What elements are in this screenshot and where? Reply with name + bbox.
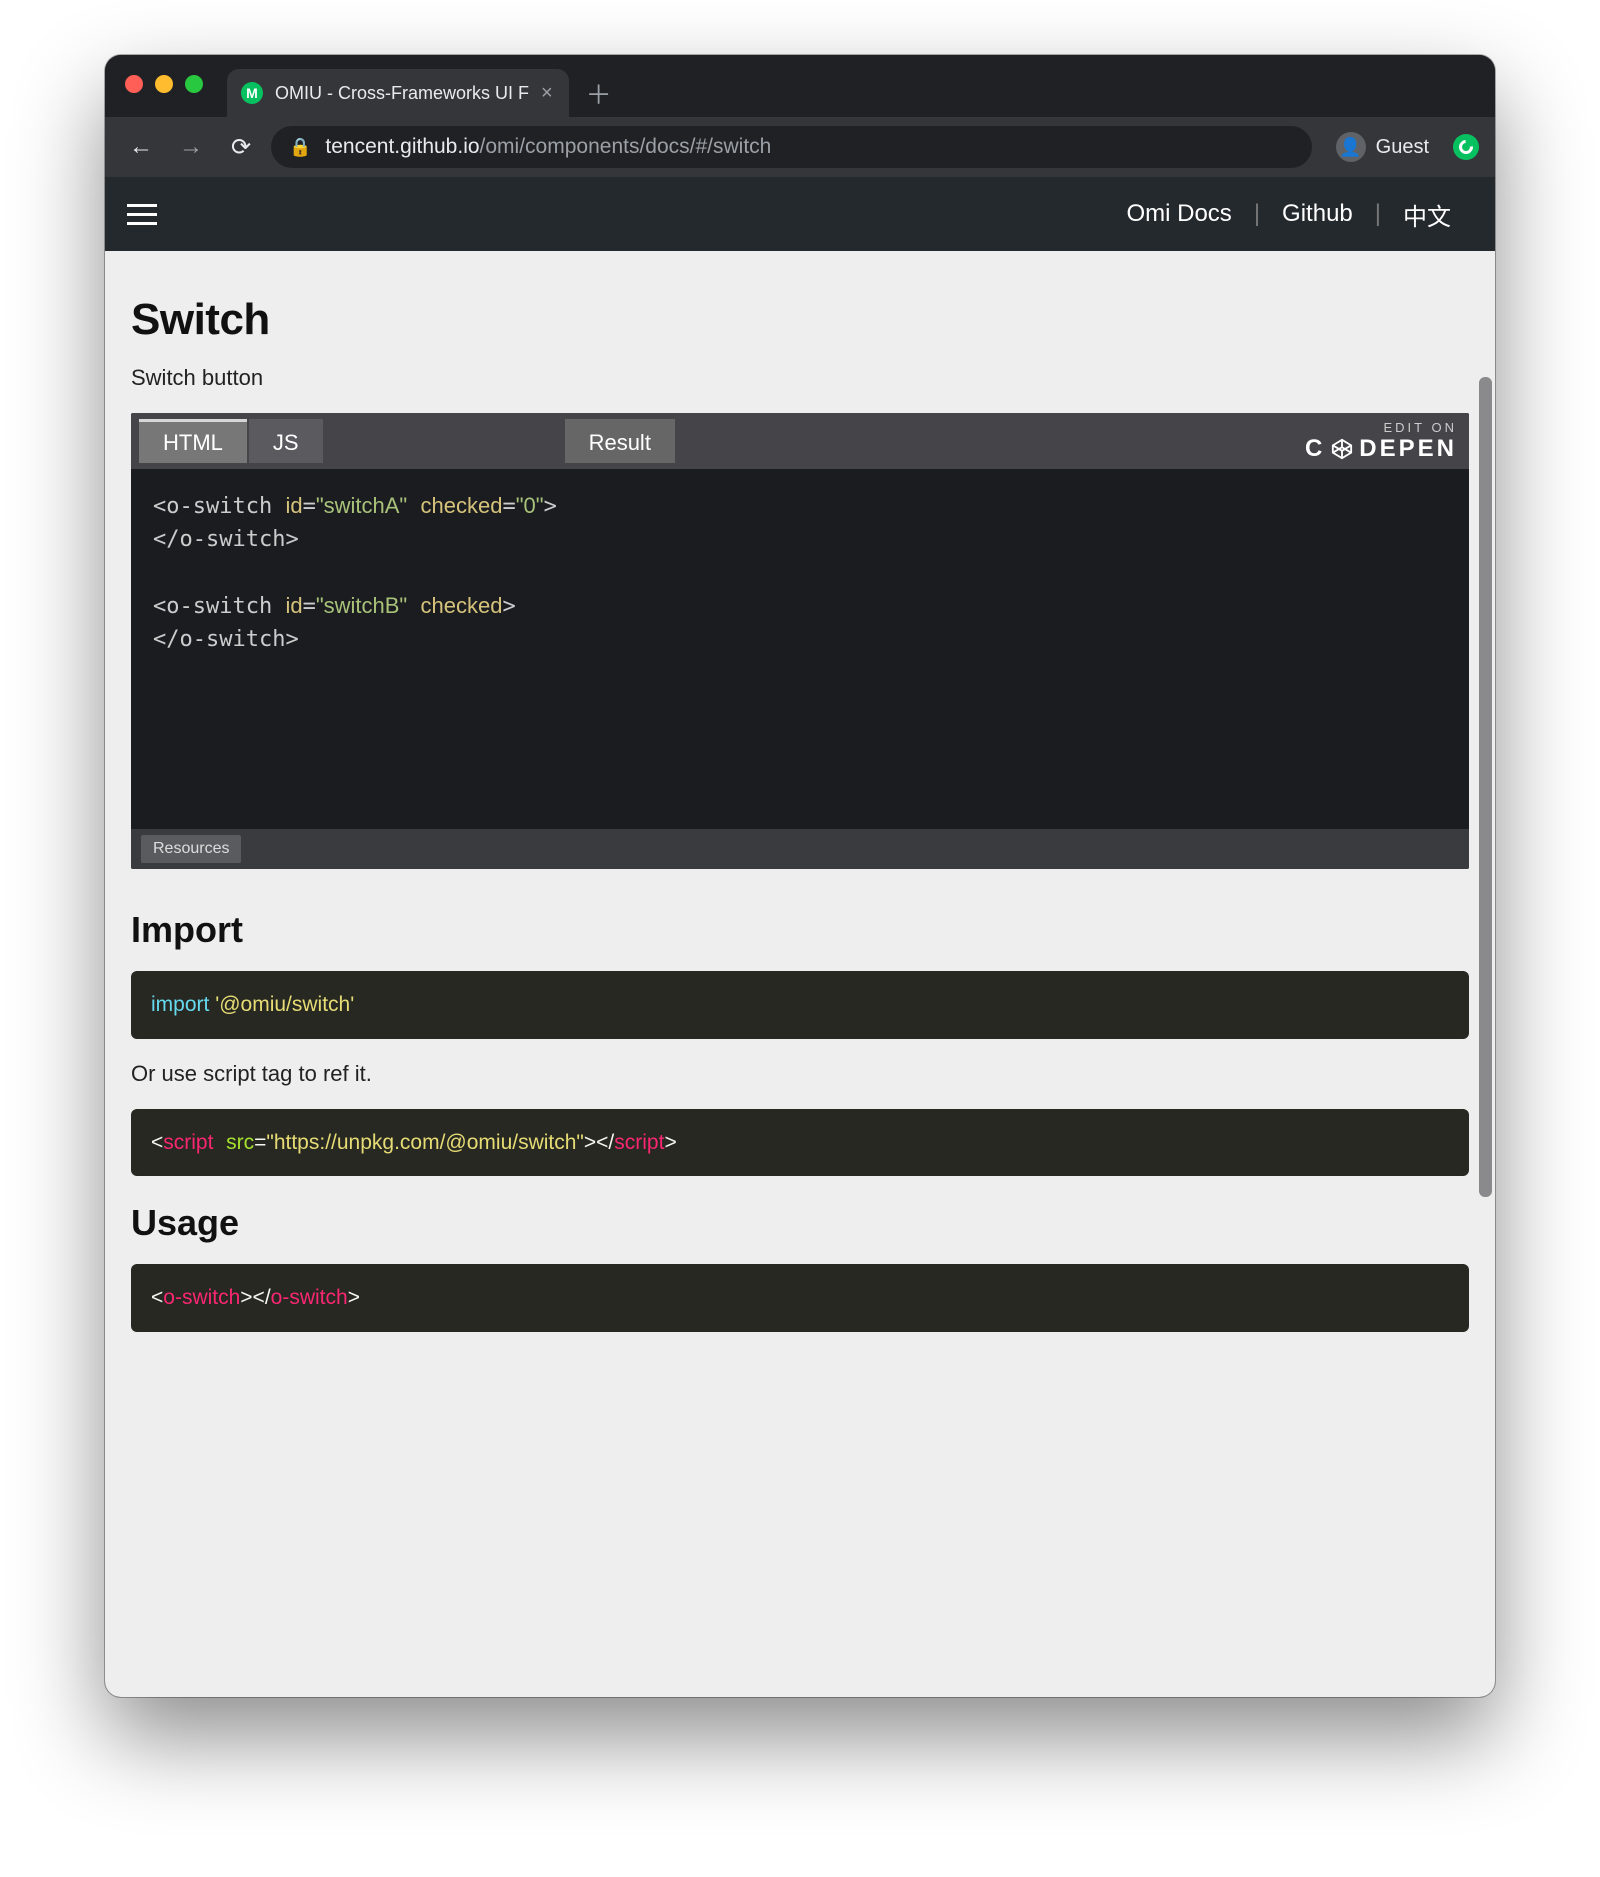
- browser-toolbar: ← → ⟳ 🔒 tencent.github.io/omi/components…: [105, 117, 1495, 177]
- tab-html[interactable]: HTML: [139, 419, 247, 463]
- back-button[interactable]: ←: [121, 127, 161, 167]
- edit-on-label: EDIT ON: [1305, 420, 1457, 435]
- profile-avatar-icon: 👤: [1336, 132, 1366, 162]
- maximize-window-button[interactable]: [185, 75, 203, 93]
- link-github[interactable]: Github: [1260, 200, 1375, 228]
- import-note: Or use script tag to ref it.: [131, 1061, 1469, 1087]
- section-import: Import: [131, 909, 1469, 951]
- url-host: tencent.github.io: [325, 135, 479, 158]
- minimize-window-button[interactable]: [155, 75, 173, 93]
- codepen-embed: HTML JS Result EDIT ON C DEPEN <o-switch…: [131, 413, 1469, 869]
- browser-tab[interactable]: M OMIU - Cross-Frameworks UI F ×: [227, 69, 569, 117]
- lock-icon: 🔒: [289, 137, 311, 158]
- close-tab-icon[interactable]: ×: [541, 82, 553, 105]
- link-omi-docs[interactable]: Omi Docs: [1104, 200, 1253, 228]
- profile-button[interactable]: 👤 Guest: [1336, 132, 1429, 162]
- new-tab-button[interactable]: ＋: [579, 73, 619, 113]
- code-import[interactable]: import '@omiu/switch': [131, 971, 1469, 1039]
- menu-icon[interactable]: [127, 204, 157, 225]
- tab-js[interactable]: JS: [249, 419, 323, 463]
- titlebar: M OMIU - Cross-Frameworks UI F × ＋: [105, 55, 1495, 117]
- header-links: Omi Docs | Github | 中文: [1104, 197, 1473, 232]
- tab-favicon: M: [241, 82, 263, 104]
- profile-label: Guest: [1376, 136, 1429, 159]
- window-controls: [125, 75, 227, 117]
- codepen-icon: [1331, 438, 1353, 460]
- app-header: Omi Docs | Github | 中文: [105, 177, 1495, 251]
- code-usage[interactable]: <o-switch></o-switch>: [131, 1264, 1469, 1332]
- codepen-logo: C DEPEN: [1305, 435, 1457, 463]
- browser-window: M OMIU - Cross-Frameworks UI F × ＋ ← → ⟳…: [105, 55, 1495, 1697]
- codepen-tabs: HTML JS Result EDIT ON C DEPEN: [131, 413, 1469, 469]
- page-title: Switch: [131, 295, 1469, 345]
- address-bar[interactable]: 🔒 tencent.github.io/omi/components/docs/…: [271, 126, 1312, 168]
- page-subtitle: Switch button: [131, 365, 1469, 391]
- url-path: /omi/components/docs/#/switch: [480, 135, 772, 158]
- reload-button[interactable]: ⟳: [221, 127, 261, 167]
- codepen-edit-link[interactable]: EDIT ON C DEPEN: [1305, 420, 1457, 463]
- extension-icon[interactable]: [1453, 134, 1479, 160]
- tab-title: OMIU - Cross-Frameworks UI F: [275, 83, 529, 104]
- code-script-tag[interactable]: <script src="https://unpkg.com/@omiu/swi…: [131, 1109, 1469, 1177]
- forward-button[interactable]: →: [171, 127, 211, 167]
- resources-button[interactable]: Resources: [141, 835, 241, 863]
- scrollbar[interactable]: [1479, 177, 1492, 1697]
- link-chinese[interactable]: 中文: [1381, 197, 1473, 232]
- close-window-button[interactable]: [125, 75, 143, 93]
- page-body: Omi Docs | Github | 中文 Switch Switch but…: [105, 177, 1495, 1697]
- tab-result[interactable]: Result: [565, 419, 675, 463]
- section-usage: Usage: [131, 1202, 1469, 1244]
- code-editor[interactable]: <o-switch id="switchA" checked="0"> </o-…: [131, 469, 1469, 829]
